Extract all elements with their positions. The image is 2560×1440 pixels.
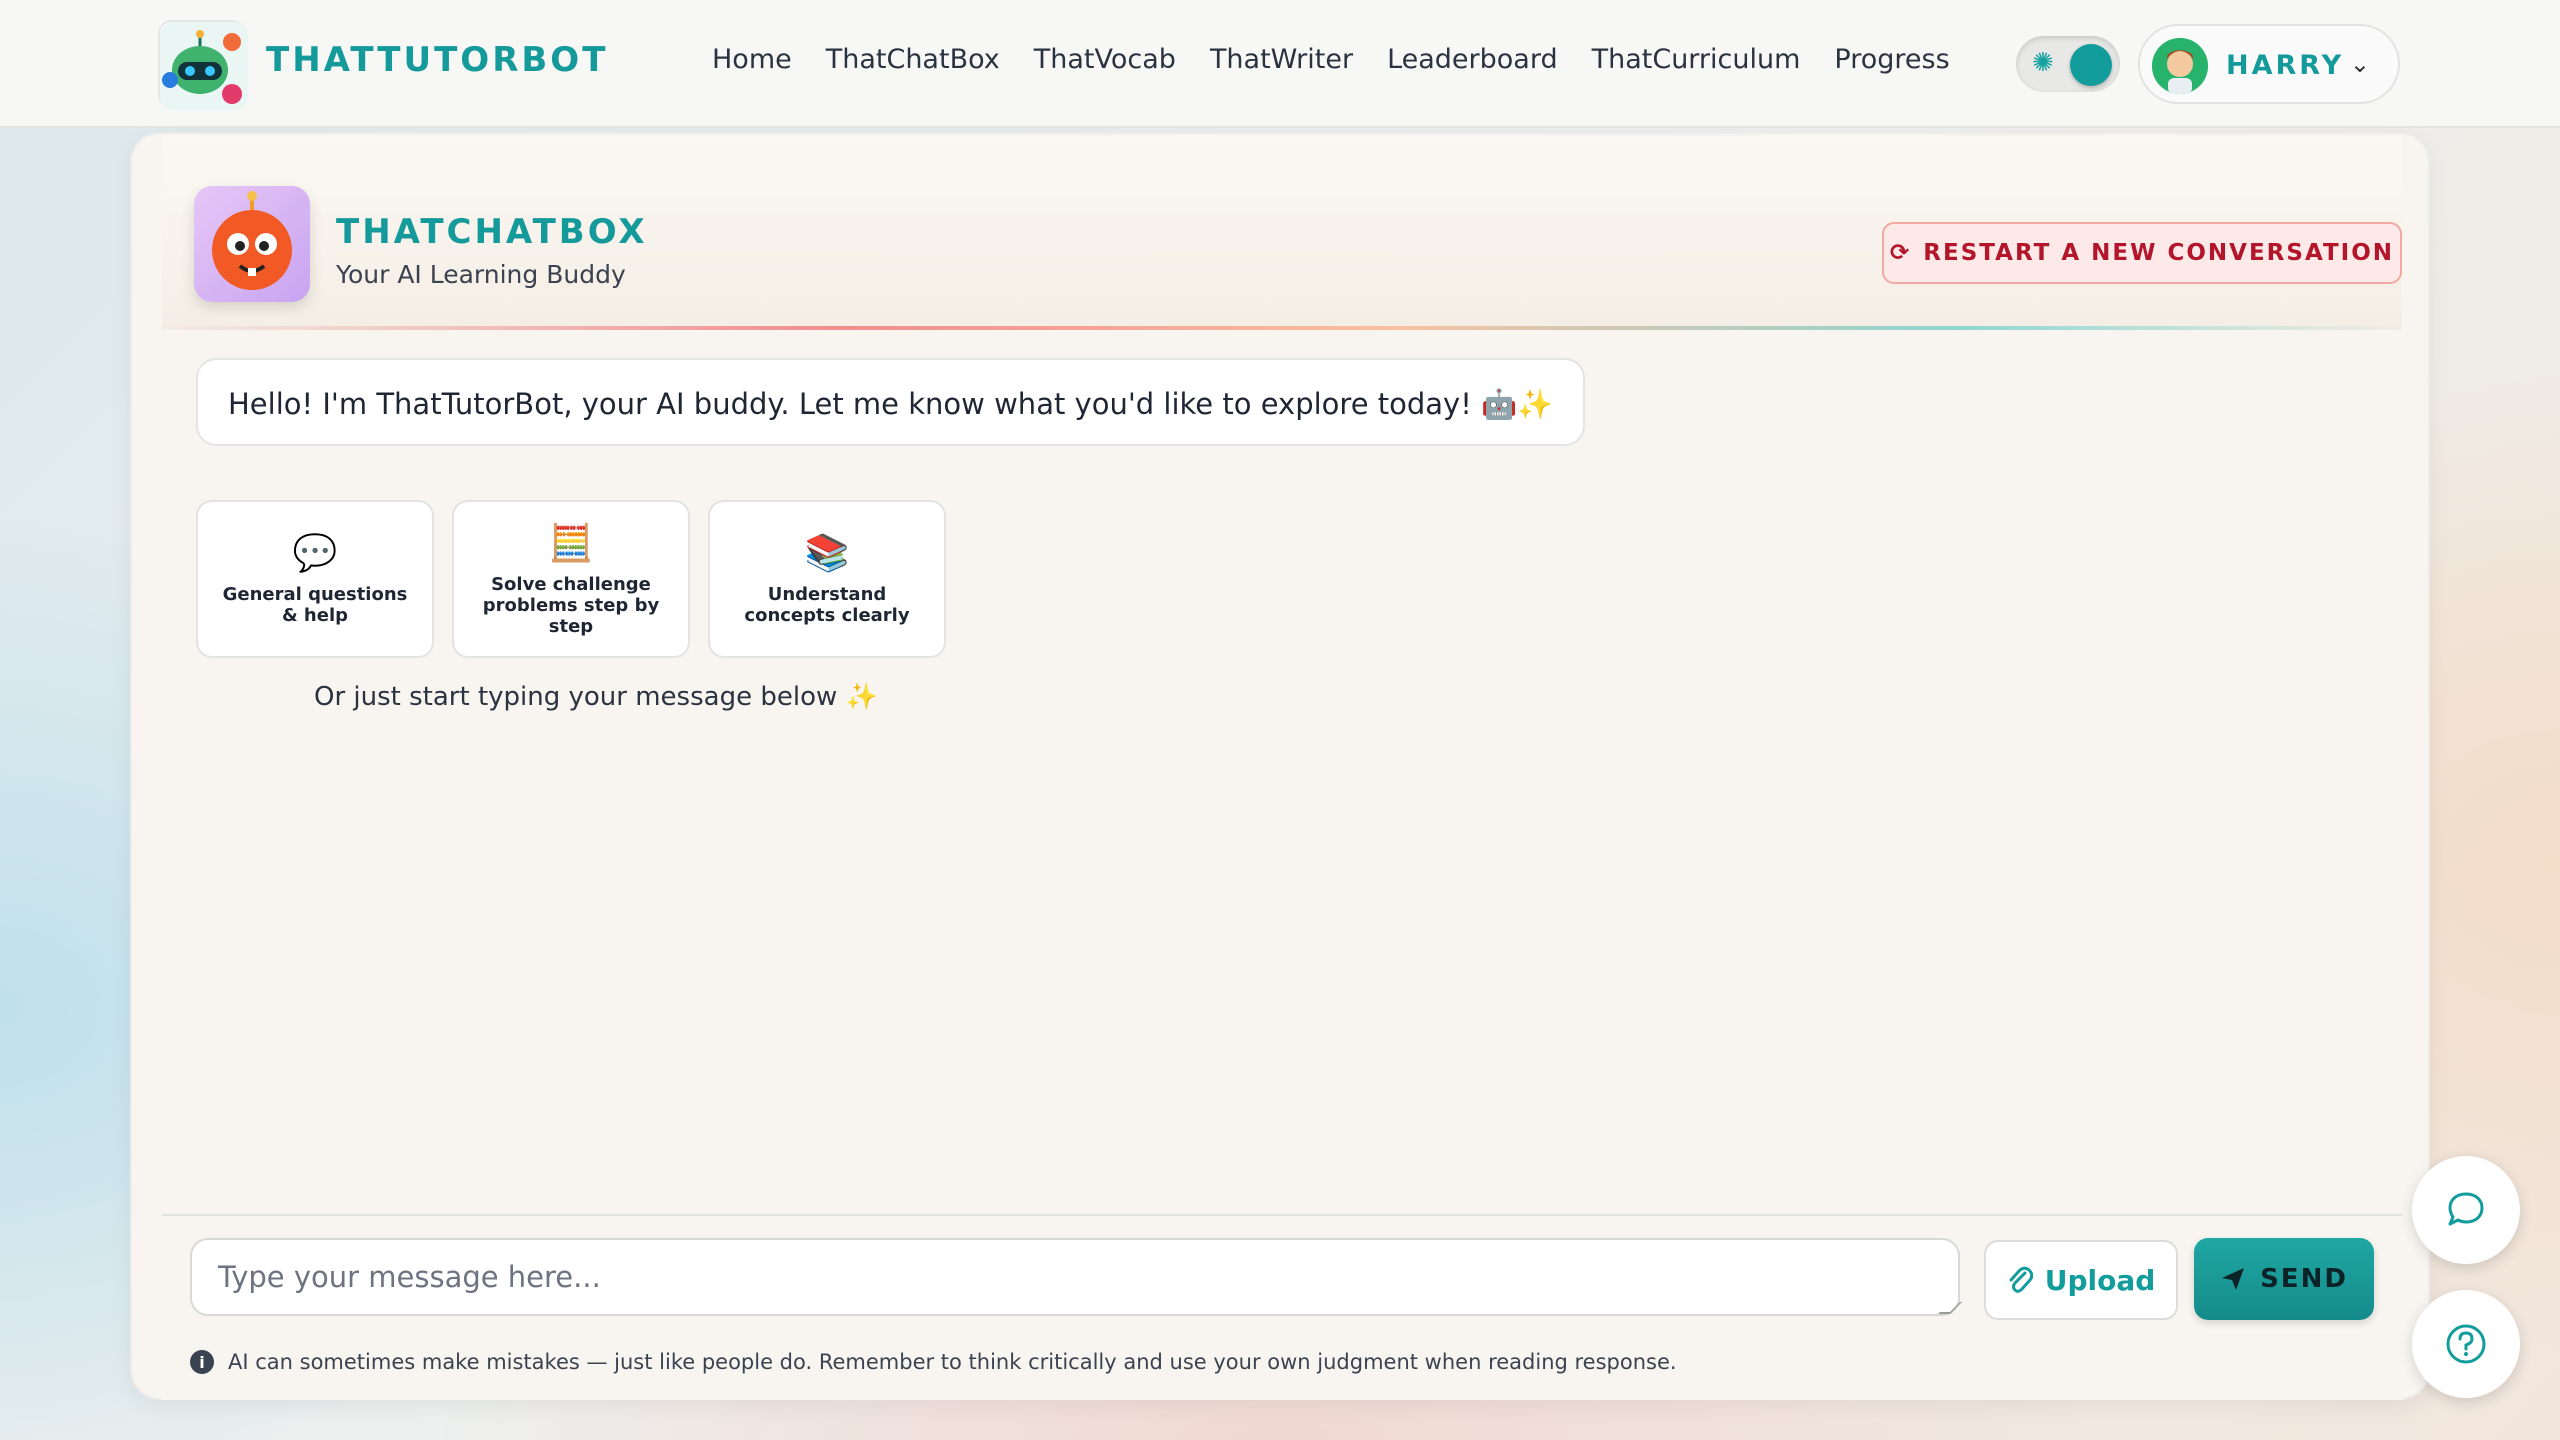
send-label: SEND [2260,1264,2348,1294]
speech-bubble-icon: 💬 [292,533,338,574]
message-composer: Upload SEND i AI can sometimes make mist… [162,1214,2402,1400]
tile-understand-concepts[interactable]: 📚 Understand concepts clearly [708,500,946,658]
restart-conversation-button[interactable]: ⟳ RESTART A NEW CONVERSATION [1882,222,2402,284]
chatbox-title: THATCHATBOX [336,212,648,252]
chevron-down-icon: ⌄ [2349,50,2370,78]
chat-bubble-icon [2448,1192,2484,1226]
tile-label: Solve challenge problems step by step [482,573,660,637]
upload-label: Upload [2044,1263,2156,1297]
send-plane-icon [2222,1268,2245,1290]
bot-greeting-message: Hello! I'm ThatTutorBot, your AI buddy. … [196,358,1586,446]
chat-card: THATCHATBOX Your AI Learning Buddy ⟳ RES… [130,132,2430,1400]
nav-progress[interactable]: Progress [1834,44,1949,75]
refresh-icon: ⟳ [1889,240,1912,266]
nav-thatcurriculum[interactable]: ThatCurriculum [1592,44,1801,75]
avatar [2152,38,2208,94]
upload-button[interactable]: Upload [1984,1240,2178,1320]
nav-thatvocab[interactable]: ThatVocab [1034,44,1176,75]
nav-home[interactable]: Home [712,44,792,75]
theme-toggle[interactable]: ✺ [2016,36,2120,92]
header-divider [162,326,2402,330]
help-question-icon [2446,1324,2486,1364]
typing-hint: Or just start typing your message below … [314,682,878,712]
sun-icon: ✺ [2032,48,2054,78]
help-fab-button[interactable] [2412,1290,2520,1398]
nav-thatwriter[interactable]: ThatWriter [1210,44,1353,75]
robot-logo-icon [160,22,248,110]
chatbot-avatar [194,186,310,302]
main-nav: Home ThatChatBox ThatVocab ThatWriter Le… [712,44,1950,75]
abacus-icon: 🧮 [548,522,594,564]
user-menu[interactable]: HARRY ⌄ [2138,24,2400,104]
paperclip-icon [2009,1266,2033,1293]
send-button[interactable]: SEND [2194,1238,2374,1320]
suggestion-tiles: 💬 General questions & help 🧮 Solve chall… [196,500,946,658]
tile-label: General questions & help [222,584,408,626]
disclaimer-text: AI can sometimes make mistakes — just li… [228,1350,1677,1374]
tile-solve-challenge[interactable]: 🧮 Solve challenge problems step by step [452,500,690,658]
user-name: HARRY [2226,50,2345,81]
brand-title[interactable]: THATTUTORBOT [266,40,608,80]
books-icon: 📚 [804,533,850,574]
chatbox-subtitle: Your AI Learning Buddy [336,260,626,289]
chat-messages: Hello! I'm ThatTutorBot, your AI buddy. … [162,332,2402,1350]
chat-fab-button[interactable] [2412,1156,2520,1264]
brand-logo[interactable] [158,20,248,110]
message-input[interactable] [190,1238,1960,1316]
toggle-knob [2070,44,2112,86]
tile-label: Understand concepts clearly [744,584,910,626]
nav-leaderboard[interactable]: Leaderboard [1387,44,1558,75]
restart-label: RESTART A NEW CONVERSATION [1923,240,2395,266]
tile-general-questions[interactable]: 💬 General questions & help [196,500,434,658]
chat-header: THATCHATBOX Your AI Learning Buddy ⟳ RES… [162,136,2402,330]
ai-disclaimer: i AI can sometimes make mistakes — just … [190,1350,1677,1374]
robot-face-icon [212,191,292,290]
user-avatar-icon [2152,38,2208,94]
nav-thatchatbox[interactable]: ThatChatBox [826,44,1000,75]
top-nav-bar: THATTUTORBOT Home ThatChatBox ThatVocab … [0,0,2560,128]
info-icon: i [190,1350,214,1374]
